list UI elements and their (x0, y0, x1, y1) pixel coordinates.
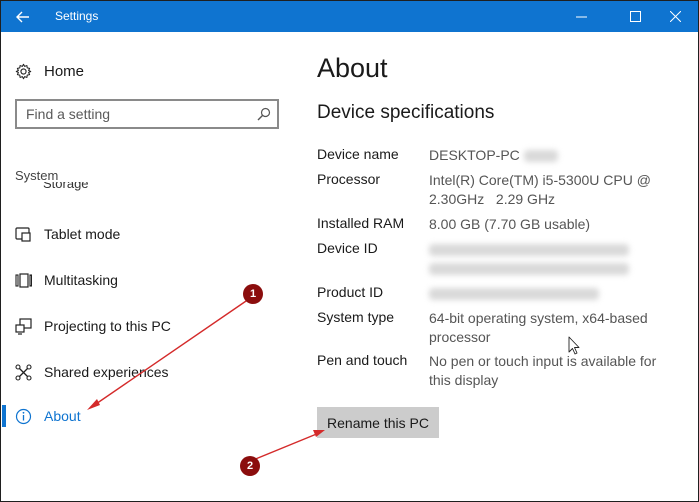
spec-label: Product ID (317, 284, 384, 300)
section-label-system: System (15, 168, 59, 183)
search-icon[interactable] (257, 107, 271, 121)
sidebar-item-tablet-mode[interactable]: Tablet mode (15, 223, 120, 245)
window-title: Settings (55, 9, 99, 23)
sidebar-item-about[interactable]: About (15, 405, 81, 427)
page-title: About (317, 53, 388, 83)
spec-value: DESKTOP-PC (429, 146, 674, 165)
spec-value: 64-bit operating system, x64-based proce… (429, 310, 648, 345)
close-icon (669, 11, 681, 22)
home-label: Home (44, 62, 85, 80)
sidebar-item-label: Multitasking (44, 272, 118, 288)
sidebar-item-shared-experiences[interactable]: Shared experiences (15, 361, 169, 383)
settings-window: Settings Home System (0, 0, 699, 502)
projecting-icon (15, 317, 32, 335)
sidebar-item-label: Tablet mode (44, 226, 121, 242)
home-nav-item[interactable]: Home (15, 60, 84, 82)
arrow-left-icon (16, 11, 29, 22)
gear-icon (15, 63, 32, 79)
info-icon (15, 408, 32, 425)
tablet-mode-icon (15, 226, 32, 243)
back-button[interactable] (1, 1, 45, 32)
sidebar-item-multitasking[interactable]: Multitasking (15, 269, 118, 291)
spec-label: Device ID (317, 240, 378, 256)
sidebar-item-label: Projecting to this PC (44, 318, 171, 334)
sidebar-item-storage-label: Storage (43, 182, 89, 191)
selected-indicator (2, 405, 6, 427)
sidebar-item-label: About (44, 408, 81, 424)
sidebar-item-label: Shared experiences (44, 364, 169, 380)
sidebar-item-storage-partial[interactable]: Storage (43, 182, 89, 194)
minimize-icon (575, 16, 587, 18)
maximize-icon (629, 11, 641, 22)
search-box (15, 99, 279, 129)
sidebar-item-projecting[interactable]: Projecting to this PC (15, 315, 171, 337)
spec-value: 8.00 GB (7.70 GB usable) (429, 216, 591, 232)
spec-label: System type (317, 309, 395, 325)
multitasking-icon (15, 272, 32, 289)
section-heading: Device specifications (317, 102, 495, 123)
annotation-badge-1: 1 (243, 284, 263, 304)
spec-value (429, 284, 674, 303)
shared-experiences-icon (15, 363, 32, 381)
minimize-button[interactable] (558, 1, 604, 32)
spec-value: No pen or touch input is available for t… (429, 353, 657, 388)
spec-label: Processor (317, 171, 381, 187)
redaction-blur (429, 263, 629, 276)
spec-label: Installed RAM (317, 215, 405, 231)
redaction-blur (523, 150, 558, 163)
close-button[interactable] (652, 1, 698, 32)
search-input[interactable] (17, 101, 247, 127)
annotation-badge-2: 2 (240, 456, 260, 476)
spec-label: Device name (317, 146, 399, 162)
rename-pc-button[interactable]: Rename this PC (317, 407, 439, 438)
spec-value (429, 240, 674, 278)
spec-value: Intel(R) Core(TM) i5-5300U CPU @ 2.30GHz… (429, 172, 655, 207)
title-bar: Settings (1, 1, 698, 32)
redaction-blur (429, 244, 629, 257)
spec-label: Pen and touch (317, 352, 408, 368)
redaction-blur (429, 288, 599, 301)
